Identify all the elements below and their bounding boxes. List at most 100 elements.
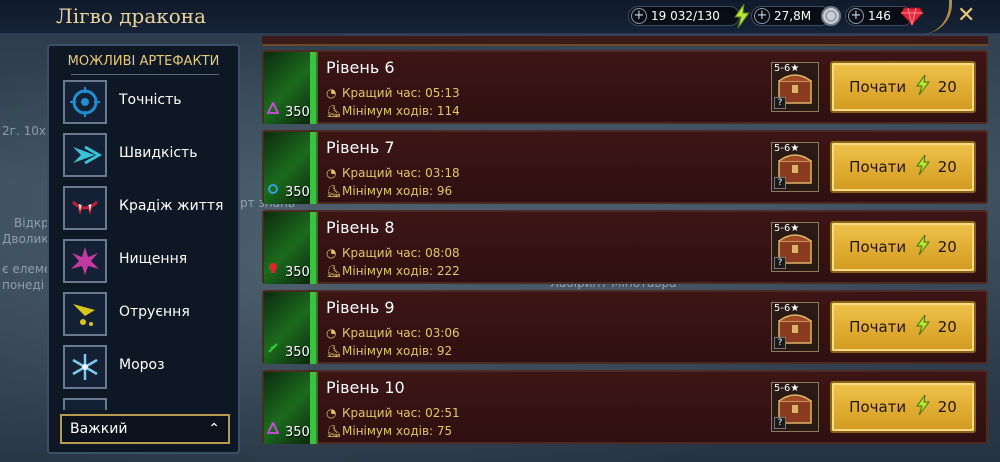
reward-chest[interactable]: 5-6★ ? (771, 222, 819, 272)
boot-icon: ⛸ (326, 184, 342, 198)
artifact-item-speed[interactable]: Швидкість (63, 133, 233, 177)
affinity-icon (266, 99, 280, 118)
lifesteal-icon (63, 186, 107, 230)
best-time: ◔ Кращий час: 03:06 (326, 326, 460, 340)
level-list[interactable]: 350 Рівень 6 ◔ Кращий час: 05:13 ⛸Мінімум… (262, 36, 988, 462)
bg-label: Дволик (2, 232, 49, 246)
dragon-portrait: 350 (264, 132, 318, 204)
power-value: 350 (285, 425, 310, 440)
level-row: 350 Рівень 8 ◔ Кращий час: 08:08 ⛸Мінімум… (262, 210, 988, 284)
decorative-arc (922, 0, 952, 34)
clock-icon: ◔ (326, 406, 337, 420)
level-name: Рівень 10 (326, 378, 405, 397)
best-time: ◔ Кращий час: 02:51 (326, 406, 460, 420)
question-icon: ? (774, 417, 786, 429)
question-icon: ? (774, 257, 786, 269)
min-moves: ⛸Мінімум ходів: 114 (326, 104, 460, 118)
artifact-name: Отруєння (119, 304, 190, 320)
level-row: 350 Рівень 6 ◔ Кращий час: 05:13 ⛸Мінімум… (262, 50, 988, 124)
question-icon: ? (774, 97, 786, 109)
reward-chest[interactable]: 5-6★ ? (771, 142, 819, 192)
level-row: 350 Рівень 9 ◔ Кращий час: 03:06 ⛸Мінімум… (262, 290, 988, 364)
energy-counter[interactable]: + 19 032/130 (628, 3, 750, 29)
start-button[interactable]: Почати 20 (830, 141, 976, 193)
energy-bolt-icon (915, 154, 930, 176)
level-name: Рівень 6 (326, 58, 395, 77)
min-moves: ⛸Мінімум ходів: 222 (326, 264, 460, 278)
top-bar: Лігво дракона + 19 032/130 + 27,8M + 146… (0, 0, 1000, 34)
artifact-name: Швидкість (119, 145, 198, 161)
silver-value: 27,8M (774, 9, 812, 23)
min-moves: ⛸Мінімум ходів: 75 (326, 424, 453, 438)
artifacts-panel: МОЖЛИВІ АРТЕФАКТИ Точність Швидкість Кра… (47, 44, 240, 454)
accuracy-icon (63, 80, 107, 124)
chevron-up-icon: ⌃ (208, 421, 220, 437)
destroy-icon (63, 239, 107, 283)
artifact-item-frost[interactable]: Мороз (63, 345, 233, 389)
plus-icon[interactable]: + (754, 8, 770, 24)
close-button[interactable]: ✕ (957, 3, 975, 28)
difficulty-value: Важкий (70, 421, 128, 437)
best-time: ◔ Кращий час: 03:18 (326, 166, 460, 180)
gems-value: 146 (868, 9, 891, 23)
affinity-icon (267, 259, 279, 278)
dragon-portrait: 350 (264, 212, 318, 284)
artifact-name: Точність (119, 92, 182, 108)
list-top-edge (262, 36, 988, 46)
boot-icon: ⛸ (326, 264, 342, 278)
best-time: ◔ Кращий час: 05:13 (326, 86, 460, 100)
silver-coin-icon (820, 4, 842, 33)
start-button[interactable]: Почати 20 (830, 61, 976, 113)
artifact-icon (63, 398, 107, 410)
affinity-icon (266, 419, 280, 438)
energy-bolt-icon (915, 74, 930, 96)
plus-icon[interactable]: + (631, 8, 647, 24)
affinity-icon (267, 339, 279, 358)
silver-counter[interactable]: + 27,8M (751, 6, 841, 26)
bg-label: є елеме (2, 262, 52, 276)
power-value: 350 (285, 105, 310, 120)
power-value: 350 (285, 185, 310, 200)
bg-label: Відкр (14, 216, 49, 230)
reward-chest[interactable]: 5-6★ ? (771, 382, 819, 432)
start-button[interactable]: Почати 20 (830, 301, 976, 353)
artifact-name: Крадіж життя (119, 198, 224, 214)
divider (71, 74, 219, 75)
page-title: Лігво дракона (56, 4, 207, 28)
energy-bolt-icon (915, 314, 930, 336)
min-moves: ⛸Мінімум ходів: 92 (326, 344, 453, 358)
level-name: Рівень 8 (326, 218, 395, 237)
boot-icon: ⛸ (326, 424, 342, 438)
affinity-icon (267, 179, 279, 198)
reward-chest[interactable]: 5-6★ ? (771, 302, 819, 352)
start-button[interactable]: Почати 20 (830, 221, 976, 273)
energy-bolt-icon (915, 394, 930, 416)
plus-icon[interactable]: + (848, 8, 864, 24)
difficulty-select[interactable]: Важкий ⌃ (60, 414, 230, 444)
artifact-item-poison[interactable]: Отруєння (63, 292, 233, 336)
dragon-portrait: 350 (264, 52, 318, 124)
artifact-item-partial (63, 398, 233, 410)
power-value: 350 (285, 265, 310, 280)
best-time: ◔ Кращий час: 08:08 (326, 246, 460, 260)
artifact-name: Мороз (119, 357, 165, 373)
energy-bolt-icon (733, 3, 751, 33)
power-value: 350 (285, 345, 310, 360)
bg-label: 2г. 10х (2, 124, 46, 138)
energy-value: 19 032/130 (651, 9, 720, 23)
reward-chest[interactable]: 5-6★ ? (771, 62, 819, 112)
start-button[interactable]: Почати 20 (830, 381, 976, 433)
dragon-portrait: 350 (264, 372, 318, 444)
poison-icon (63, 292, 107, 336)
panel-title: МОЖЛИВІ АРТЕФАКТИ (67, 54, 220, 69)
boot-icon: ⛸ (326, 104, 342, 118)
dragon-portrait: 350 (264, 292, 318, 364)
artifact-item-destroy[interactable]: Нищення (63, 239, 233, 283)
bg-label: понеді (2, 278, 45, 292)
gems-counter[interactable]: + 146 (845, 6, 924, 26)
level-name: Рівень 7 (326, 138, 395, 157)
artifact-item-accuracy[interactable]: Точність (63, 80, 233, 124)
boot-icon: ⛸ (326, 344, 342, 358)
level-row: 350 Рівень 10 ◔ Кращий час: 02:51 ⛸Мініму… (262, 370, 988, 444)
artifact-item-lifesteal[interactable]: Крадіж життя (63, 186, 233, 230)
